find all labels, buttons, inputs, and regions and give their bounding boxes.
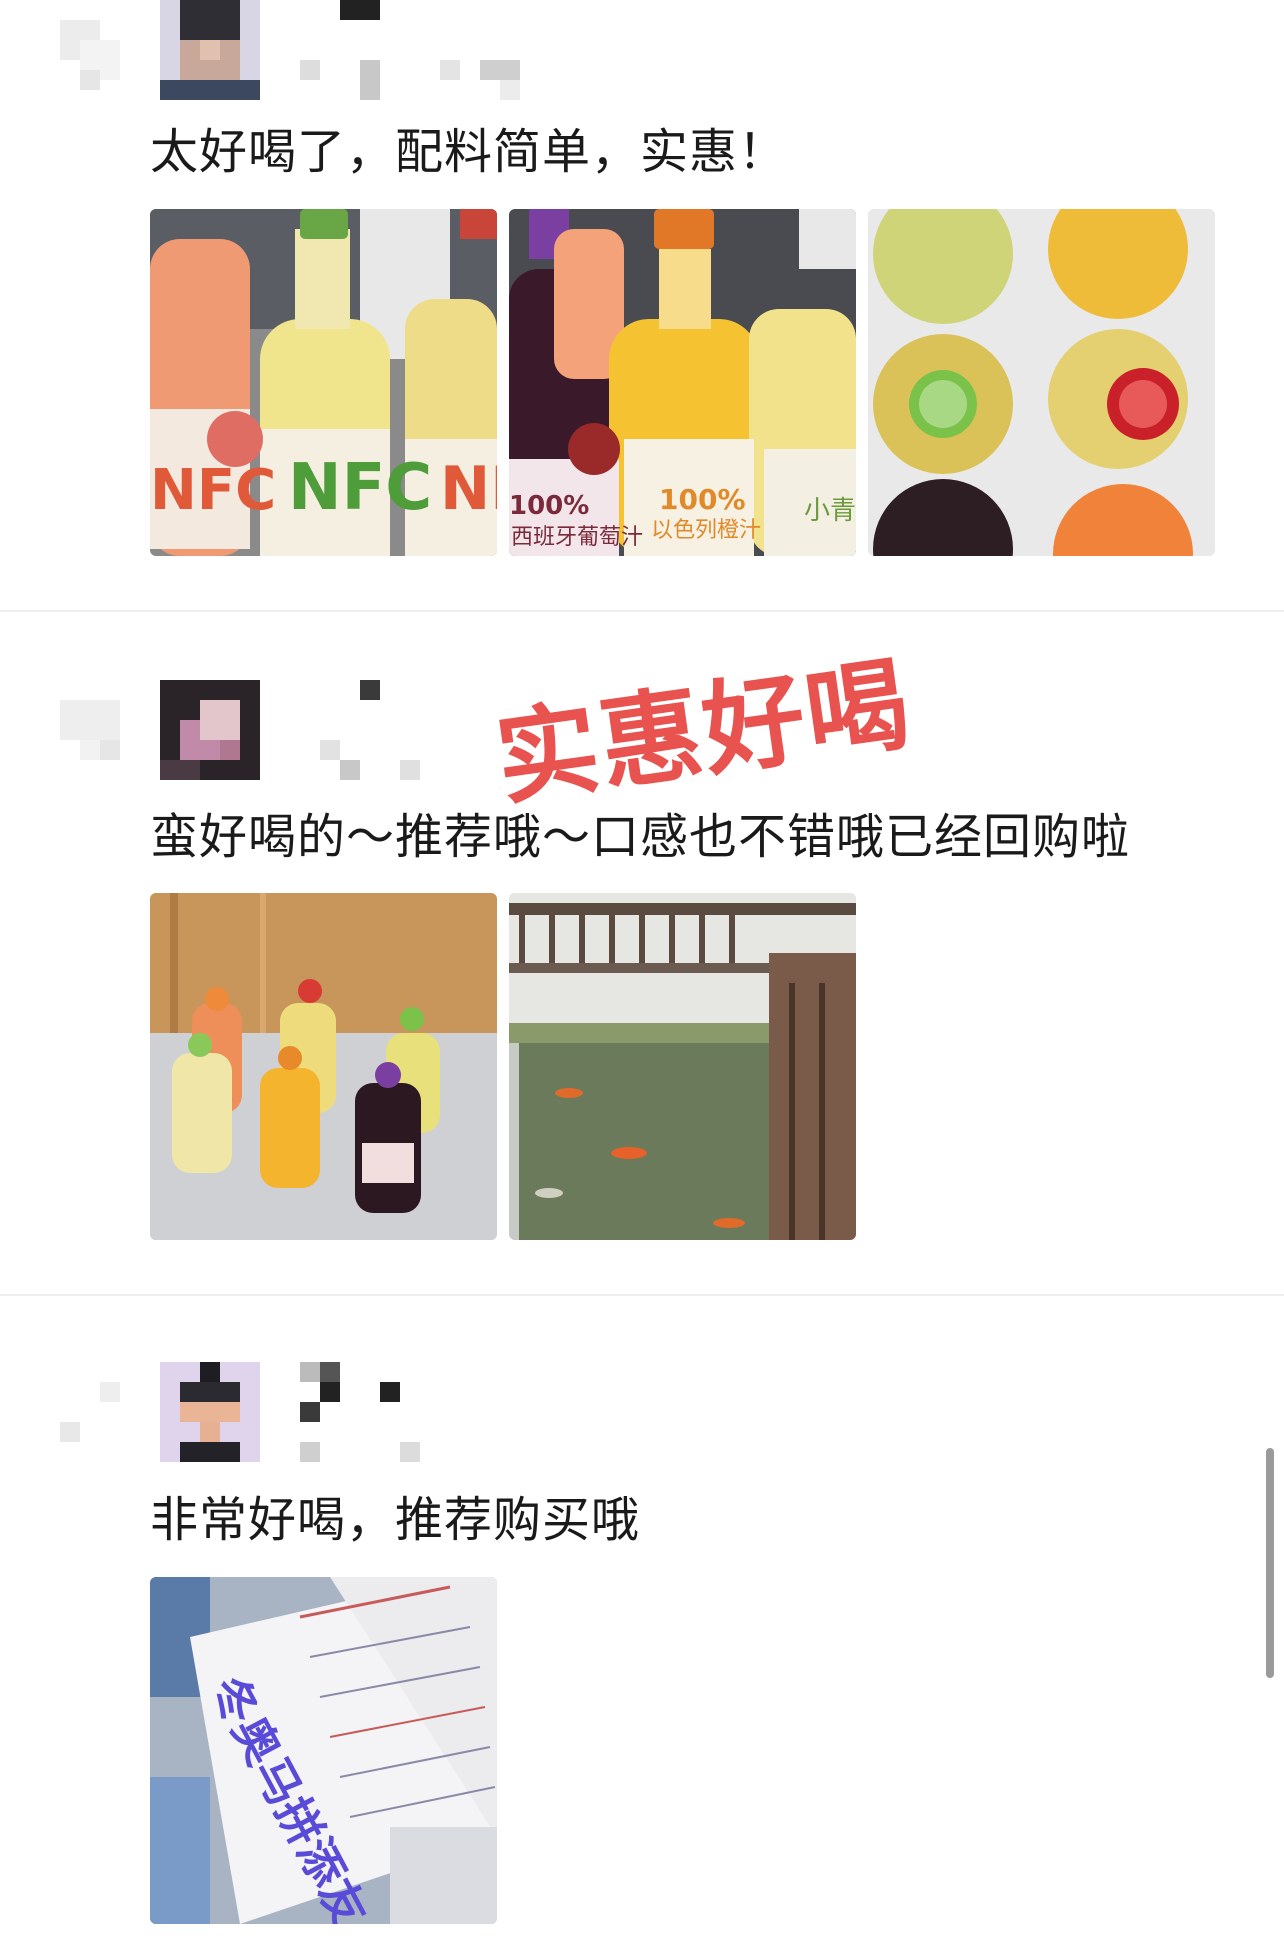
svg-text:小青柠: 小青柠 [804, 496, 856, 526]
juice-bottles-image: NFC NFC NF [150, 209, 497, 556]
svg-text:NFC: NFC [150, 458, 276, 523]
review-photo[interactable] [509, 893, 856, 1240]
review-photo[interactable]: NFC NFC NF [150, 209, 497, 556]
review-text: 太好喝了，配料简单，实惠！ [150, 124, 788, 180]
handwritten-note-image: 冬奥马拼添友 [150, 1577, 497, 1924]
review-text: 非常好喝，推荐购买哦 [150, 1492, 641, 1548]
review-photo[interactable]: 冬奥马拼添友 [150, 1577, 497, 1924]
bottle-caps-image [868, 209, 1215, 556]
svg-text:100%: 100% [659, 483, 746, 516]
divider [0, 610, 1284, 612]
review-photo[interactable]: 100% 西班牙葡萄汁 100% 以色列橙汁 小青柠 [509, 209, 856, 556]
svg-text:NF: NF [440, 454, 497, 524]
avatar[interactable] [160, 680, 260, 780]
svg-text:以色列橙汁: 以色列橙汁 [651, 518, 761, 543]
koi-pond-image [509, 893, 856, 1240]
svg-text:NFC: NFC [288, 451, 432, 525]
svg-text:100%: 100% [509, 491, 589, 521]
svg-text:西班牙葡萄汁: 西班牙葡萄汁 [511, 525, 643, 550]
review-text: 蛮好喝的～推荐哦～口感也不错哦已经回购啦 [150, 809, 1131, 865]
promo-stamp-overlay: 实惠好喝 [489, 644, 918, 821]
juice-bottles-image: 100% 西班牙葡萄汁 100% 以色列橙汁 小青柠 [509, 209, 856, 556]
juice-bottles-image [150, 893, 497, 1240]
avatar[interactable] [160, 1362, 260, 1462]
divider [0, 1294, 1284, 1296]
scrollbar[interactable] [1266, 1448, 1274, 1678]
review-photo[interactable] [868, 209, 1215, 556]
avatar[interactable] [160, 0, 260, 100]
review-photo[interactable] [150, 893, 497, 1240]
